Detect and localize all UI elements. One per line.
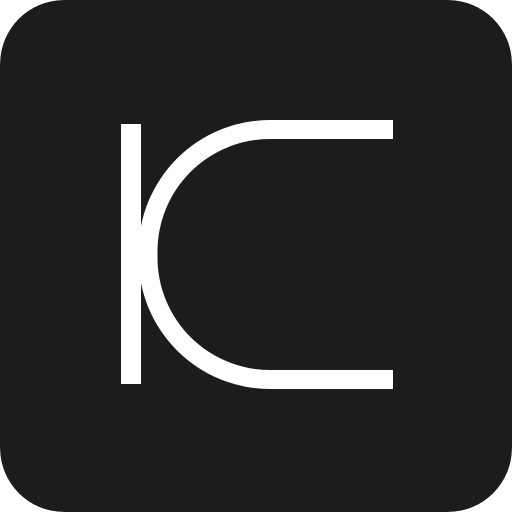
icon-background (0, 0, 512, 512)
logo-svg (0, 0, 512, 512)
app-icon (0, 0, 512, 512)
logo-vertical-bar (121, 124, 141, 384)
